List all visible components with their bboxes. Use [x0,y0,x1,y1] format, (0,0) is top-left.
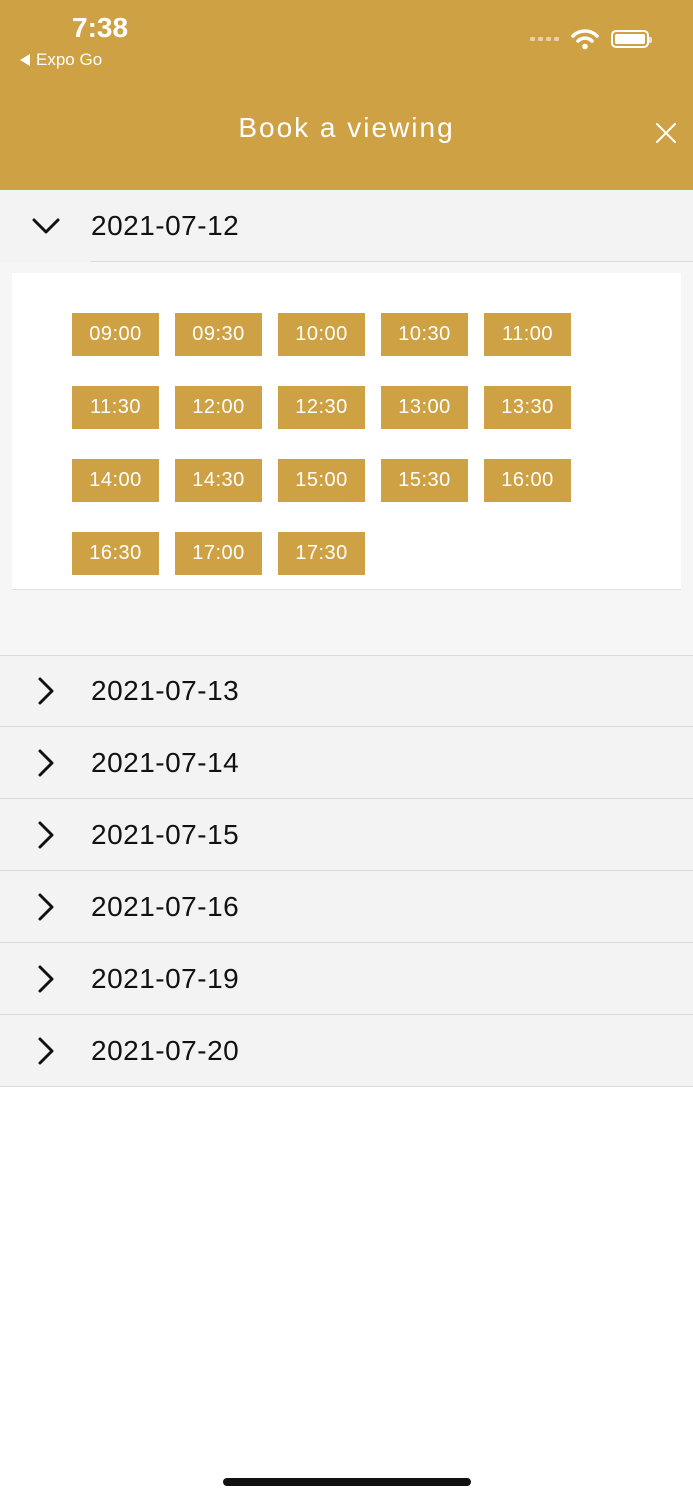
chevron-right-icon [38,677,54,705]
time-slot-button[interactable]: 12:30 [278,386,365,429]
day-header-collapsed[interactable]: 2021-07-14 [0,727,693,799]
time-slot-button[interactable]: 17:00 [175,532,262,575]
time-slot-button[interactable]: 09:30 [175,313,262,356]
page-title: Book a viewing [238,112,455,143]
time-slot-button[interactable]: 12:00 [175,386,262,429]
chevron-right-icon [38,1037,54,1064]
time-slot-button[interactable]: 15:00 [278,459,365,502]
time-slot-button[interactable]: 09:00 [72,313,159,356]
back-arrow-icon [20,54,30,66]
time-slot-button[interactable]: 13:00 [381,386,468,429]
chevron-down-icon [32,218,60,234]
chevron-right-icon [38,893,54,920]
wifi-icon [571,29,599,50]
home-indicator [223,1478,471,1486]
day-header-expanded[interactable]: 2021-07-12 [0,190,693,262]
chevron-right-icon [38,821,54,848]
day-header-collapsed[interactable]: 2021-07-19 [0,943,693,1015]
time-slot-button[interactable]: 11:30 [72,386,159,429]
time-slot-button[interactable]: 17:30 [278,532,365,575]
day-date-label: 2021-07-12 [91,210,240,241]
header-bar: 7:38 Expo Go Book a viewing [0,0,693,190]
cellular-signal-icon [530,37,559,41]
chevron-right-icon [38,965,54,992]
day-date-label: 2021-07-14 [91,746,240,778]
time-slots-section: 09:00 09:30 10:00 10:30 11:00 11:30 12:00 12:30… [0,262,693,655]
day-date-label: 2021-07-15 [91,818,240,850]
time-slot-button[interactable]: 11:00 [484,313,571,356]
day-header-collapsed[interactable]: 2021-07-20 [0,1015,693,1087]
day-header-collapsed[interactable]: 2021-07-15 [0,799,693,871]
time-slots-panel: 09:00 09:30 10:00 10:30 11:00 11:30 12:00 12:30… [12,273,681,590]
day-date-label: 2021-07-16 [91,890,240,922]
chevron-right-icon [38,749,54,776]
close-icon[interactable] [653,120,679,146]
back-app-label: Expo Go [36,50,103,69]
time-slot-button[interactable]: 14:00 [72,459,159,502]
battery-icon [611,30,652,48]
status-icons [530,28,652,50]
time-slot-button[interactable]: 16:00 [484,459,571,502]
day-date-label: 2021-07-13 [91,675,240,706]
time-slot-button[interactable]: 15:30 [381,459,468,502]
day-header-collapsed[interactable]: 2021-07-16 [0,871,693,943]
back-to-app-link[interactable]: Expo Go [20,50,102,70]
day-date-label: 2021-07-20 [91,1034,240,1066]
time-slot-button[interactable]: 14:30 [175,459,262,502]
days-accordion: 2021-07-12 09:00 09:30 10:00 10:30 11:00 11:3… [0,190,693,1087]
collapsed-days-list: 2021-07-13 2021-07-14 2021-07-15 2021-07-16… [0,655,693,1087]
day-date-label: 2021-07-19 [91,962,240,994]
time-slot-button[interactable]: 16:30 [72,532,159,575]
day-header-collapsed[interactable]: 2021-07-13 [0,655,693,727]
time-slot-button[interactable]: 10:30 [381,313,468,356]
time-slot-button[interactable]: 13:30 [484,386,571,429]
status-time: 7:38 [72,12,129,43]
time-slot-button[interactable]: 10:00 [278,313,365,356]
